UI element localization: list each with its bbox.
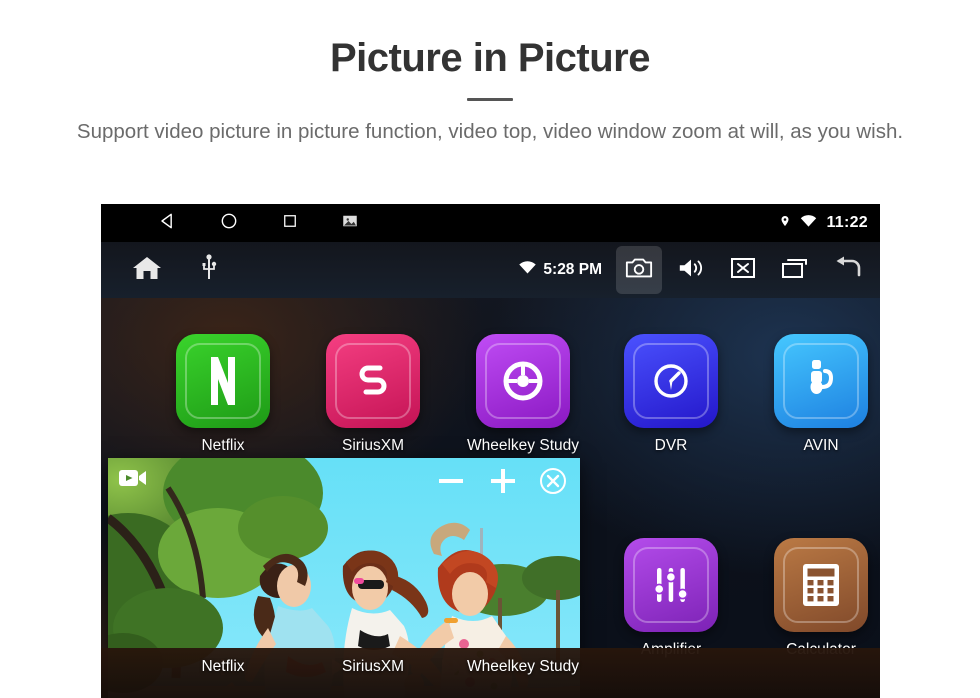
zoom-in-button[interactable] — [486, 464, 520, 503]
wheelkey-icon — [476, 334, 570, 428]
page-subtitle: Support video picture in picture functio… — [76, 120, 904, 143]
siriusxm-icon — [326, 334, 420, 428]
close-button[interactable] — [538, 466, 568, 501]
app-calculator[interactable]: Calculator — [761, 538, 880, 659]
android-status-bar: 11:22 — [101, 204, 880, 242]
home-screen: Netflix SiriusXM Wheelkey Study DVR AVIN — [101, 298, 880, 698]
screenshot-icon[interactable] — [341, 212, 359, 235]
page-title: Picture in Picture — [330, 36, 650, 80]
home-icon[interactable] — [131, 254, 163, 287]
wifi-icon — [800, 214, 817, 233]
app-netflix[interactable]: Netflix — [163, 334, 283, 455]
volume-icon — [677, 256, 705, 285]
status-bar-clock: 11:22 — [826, 214, 868, 231]
launcher-top-bar: 5:28 PM — [101, 242, 880, 298]
top-bar-clock: 5:28 PM — [543, 261, 602, 278]
avin-icon — [774, 334, 868, 428]
app-wheelkey-study[interactable]: Wheelkey Study — [463, 334, 583, 455]
back-button[interactable] — [824, 246, 870, 294]
camera-button[interactable] — [616, 246, 662, 294]
app-dvr[interactable]: DVR — [611, 334, 731, 455]
netflix-icon — [176, 334, 270, 428]
location-pin-icon — [779, 213, 791, 234]
back-icon[interactable] — [157, 211, 177, 236]
close-button[interactable] — [720, 246, 766, 294]
recents-icon — [781, 257, 809, 284]
zoom-out-button[interactable] — [434, 464, 468, 503]
app-label: Netflix — [201, 437, 245, 454]
home-icon[interactable] — [219, 211, 239, 236]
app-label: SiriusXM — [341, 437, 404, 454]
calculator-icon — [774, 538, 868, 632]
app-label-netflix: Netflix — [201, 658, 245, 675]
app-siriusxm[interactable]: SiriusXM — [313, 334, 433, 455]
recents-button[interactable] — [772, 246, 818, 294]
wifi-icon — [518, 260, 537, 280]
dvr-icon — [624, 334, 718, 428]
app-avin[interactable]: AVIN — [761, 334, 880, 455]
app-label: Wheelkey Study — [467, 437, 579, 454]
app-label: DVR — [654, 437, 688, 454]
app-label-strip: Netflix SiriusXM Wheelkey Study — [101, 648, 880, 698]
device-screen: 11:22 5:28 PM Netflix SiriusXM Wheelkey … — [101, 204, 880, 698]
app-label-wheelkey-study: Wheelkey Study — [467, 658, 579, 675]
app-amplifier[interactable]: Amplifier — [611, 538, 731, 659]
title-divider — [467, 98, 513, 101]
back-arrow-icon — [831, 256, 863, 285]
amplifier-icon — [624, 538, 718, 632]
app-label-siriusxm: SiriusXM — [341, 658, 404, 675]
page-root: Picture in Picture Support video picture… — [0, 0, 980, 698]
pip-controls — [434, 464, 568, 503]
video-camera-icon — [118, 466, 148, 490]
app-label: AVIN — [803, 437, 839, 454]
camera-icon — [625, 256, 653, 285]
volume-button[interactable] — [668, 246, 714, 294]
usb-icon[interactable] — [201, 253, 217, 287]
recents-icon[interactable] — [281, 212, 299, 235]
close-box-icon — [730, 257, 756, 284]
